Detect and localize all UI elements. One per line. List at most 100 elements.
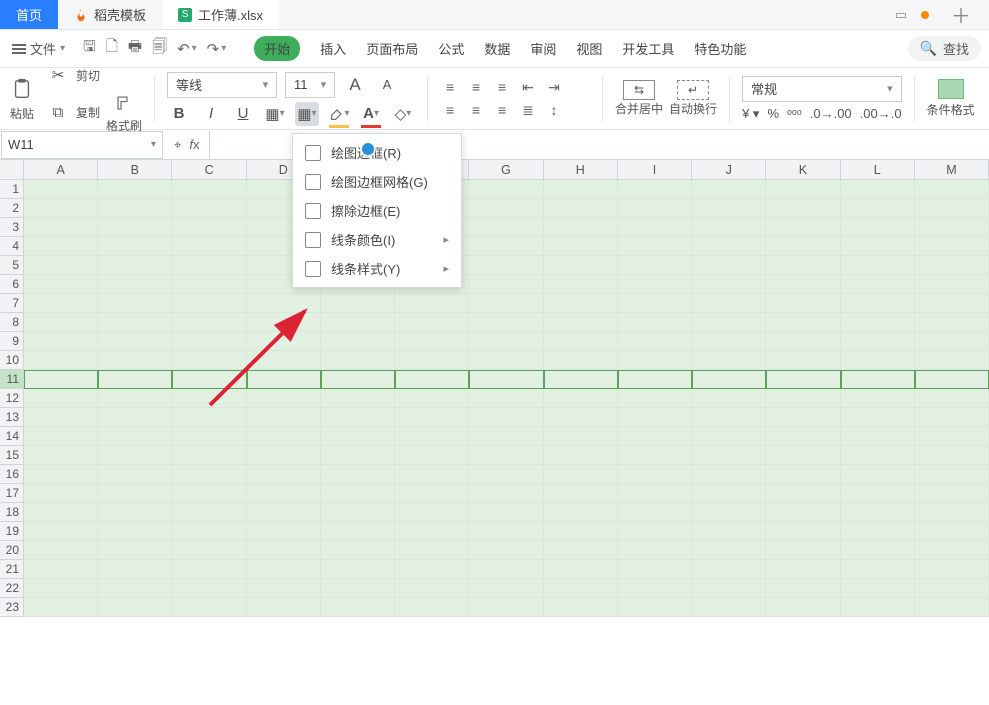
row-header[interactable]: 16	[0, 465, 24, 484]
clear-format-button[interactable]: ◇▾	[391, 102, 415, 126]
cell[interactable]	[172, 503, 246, 522]
cell[interactable]	[618, 579, 692, 598]
justify-icon[interactable]: ≣	[518, 102, 538, 119]
cell[interactable]	[841, 313, 915, 332]
cell[interactable]	[98, 294, 172, 313]
cell[interactable]	[841, 408, 915, 427]
cell[interactable]	[172, 256, 246, 275]
cell-area[interactable]	[24, 180, 989, 617]
cell[interactable]	[469, 598, 543, 617]
cell[interactable]	[841, 218, 915, 237]
cell[interactable]	[544, 218, 618, 237]
cell[interactable]	[469, 237, 543, 256]
cell[interactable]	[544, 427, 618, 446]
cell[interactable]	[692, 351, 766, 370]
menu-line-style[interactable]: 线条样式(Y) ▸	[293, 254, 461, 283]
cell[interactable]	[98, 370, 172, 389]
cell[interactable]	[395, 598, 469, 617]
cell[interactable]	[915, 237, 989, 256]
cell[interactable]	[544, 275, 618, 294]
file-menu[interactable]: 文件 ▾	[8, 39, 69, 58]
cell[interactable]	[469, 560, 543, 579]
cell[interactable]	[24, 522, 98, 541]
cell[interactable]	[766, 446, 840, 465]
cell[interactable]	[24, 313, 98, 332]
cell[interactable]	[24, 598, 98, 617]
increase-decimal-icon[interactable]: .0→.00	[810, 106, 852, 122]
ribbon-tab-formula[interactable]: 公式	[438, 39, 464, 58]
cell[interactable]	[544, 180, 618, 199]
cell[interactable]	[469, 427, 543, 446]
cell[interactable]	[98, 199, 172, 218]
cell[interactable]	[544, 370, 618, 389]
draw-border-button[interactable]: ▦▾	[295, 102, 319, 126]
cell[interactable]	[247, 484, 321, 503]
cell[interactable]	[766, 294, 840, 313]
cell[interactable]	[544, 484, 618, 503]
cell[interactable]	[915, 503, 989, 522]
cell[interactable]	[321, 294, 395, 313]
row-header[interactable]: 12	[0, 389, 24, 408]
cell[interactable]	[395, 370, 469, 389]
cell[interactable]	[321, 579, 395, 598]
cell[interactable]	[172, 465, 246, 484]
cell[interactable]	[172, 218, 246, 237]
ribbon-tab-pagelayout[interactable]: 页面布局	[366, 39, 418, 58]
cell[interactable]	[692, 389, 766, 408]
orientation-icon[interactable]: ↕	[544, 102, 564, 119]
align-center-icon[interactable]: ≡	[466, 102, 486, 119]
cell[interactable]	[247, 294, 321, 313]
row-header[interactable]: 8	[0, 313, 24, 332]
conditional-format-button[interactable]: 条件格式	[927, 79, 975, 118]
cell[interactable]	[692, 465, 766, 484]
cell[interactable]	[766, 389, 840, 408]
cell[interactable]	[692, 313, 766, 332]
cell[interactable]	[915, 579, 989, 598]
cell[interactable]	[766, 522, 840, 541]
cell[interactable]	[172, 199, 246, 218]
cell[interactable]	[321, 465, 395, 484]
cell[interactable]	[98, 408, 172, 427]
row-header[interactable]: 6	[0, 275, 24, 294]
cell[interactable]	[98, 256, 172, 275]
cell[interactable]	[172, 180, 246, 199]
cell[interactable]	[469, 541, 543, 560]
new-tab-button[interactable]: ＋	[943, 0, 979, 29]
cell[interactable]	[692, 579, 766, 598]
column-header[interactable]: C	[172, 160, 246, 179]
cell[interactable]	[172, 579, 246, 598]
column-header[interactable]: A	[24, 160, 98, 179]
cell[interactable]	[172, 313, 246, 332]
cell[interactable]	[172, 275, 246, 294]
cut-button[interactable]: ✂ 剪切	[46, 63, 142, 87]
cell[interactable]	[98, 579, 172, 598]
cell[interactable]	[247, 446, 321, 465]
cell[interactable]	[766, 332, 840, 351]
cell[interactable]	[915, 427, 989, 446]
row-header[interactable]: 17	[0, 484, 24, 503]
copy-button[interactable]: ⧉ 复制	[46, 101, 100, 125]
cell[interactable]	[247, 427, 321, 446]
cell[interactable]	[766, 275, 840, 294]
cell[interactable]	[766, 579, 840, 598]
cell[interactable]	[24, 294, 98, 313]
preview-icon[interactable]: 🗋	[106, 36, 118, 61]
cell[interactable]	[692, 598, 766, 617]
cell[interactable]	[766, 370, 840, 389]
cell[interactable]	[469, 313, 543, 332]
cell[interactable]	[395, 579, 469, 598]
thousands-icon[interactable]: ᵒᵒᵒ	[787, 106, 802, 122]
cell[interactable]	[618, 218, 692, 237]
cell[interactable]	[915, 446, 989, 465]
cell[interactable]	[247, 351, 321, 370]
cell[interactable]	[98, 427, 172, 446]
cell[interactable]	[841, 446, 915, 465]
cell[interactable]	[915, 598, 989, 617]
cell[interactable]	[692, 199, 766, 218]
cell[interactable]	[321, 541, 395, 560]
cell[interactable]	[24, 180, 98, 199]
row-header[interactable]: 11	[0, 370, 24, 389]
cell[interactable]	[766, 256, 840, 275]
cell[interactable]	[24, 503, 98, 522]
cell[interactable]	[172, 351, 246, 370]
